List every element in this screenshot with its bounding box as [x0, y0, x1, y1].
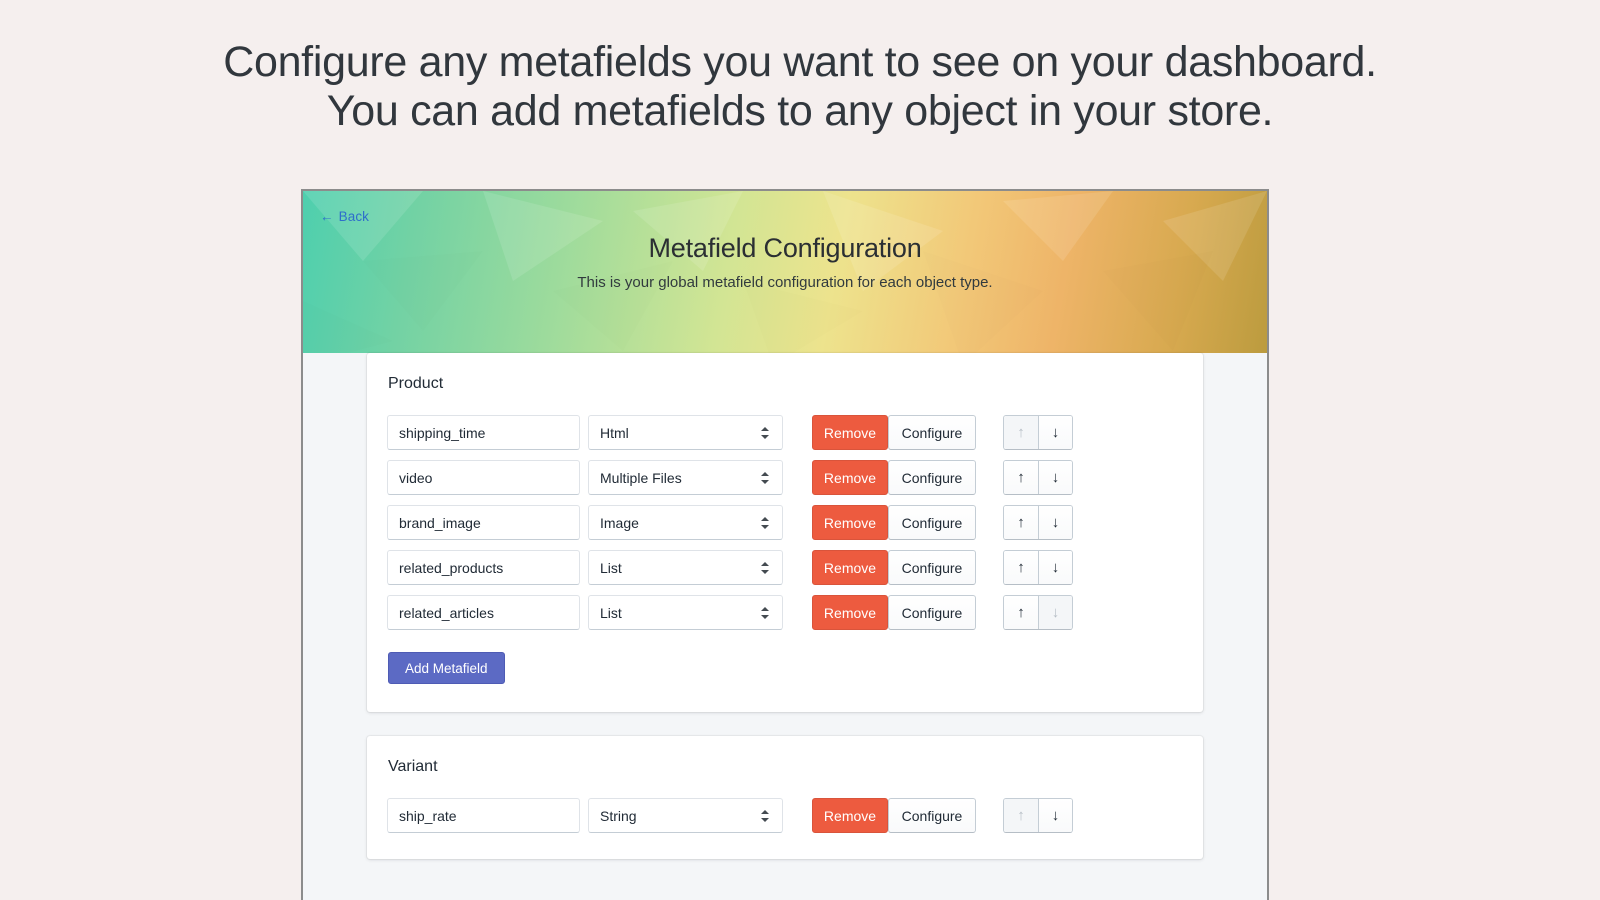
metafield-type-select[interactable]: Multiple Files [588, 460, 783, 495]
move-up-button[interactable]: ↑ [1004, 506, 1038, 539]
headline-line-2: You can add metafields to any object in … [0, 87, 1600, 136]
remove-button[interactable]: Remove [812, 798, 888, 833]
metafield-type-value: Image [600, 515, 761, 531]
move-down-button[interactable]: ↓ [1038, 506, 1072, 539]
section-card-variant: Variant String Remove Configure ↑ ↓ [367, 736, 1203, 859]
move-down-button[interactable]: ↓ [1038, 416, 1072, 449]
reorder-button-group: ↑ ↓ [1003, 415, 1073, 450]
metafield-type-select[interactable]: String [588, 798, 783, 833]
section-title: Variant [388, 758, 1183, 776]
metafield-row: Html Remove Configure ↑ ↓ [387, 415, 1183, 450]
chevron-updown-icon [761, 471, 770, 485]
configure-button[interactable]: Configure [888, 550, 976, 585]
metafield-type-value: List [600, 560, 761, 576]
move-up-button[interactable]: ↑ [1004, 596, 1038, 629]
move-down-button[interactable]: ↓ [1038, 461, 1072, 494]
metafield-type-select[interactable]: Html [588, 415, 783, 450]
chevron-updown-icon [761, 606, 770, 620]
metafield-type-value: Html [600, 425, 761, 441]
move-up-button[interactable]: ↑ [1004, 461, 1038, 494]
metafield-type-select[interactable]: List [588, 550, 783, 585]
chevron-updown-icon [761, 809, 770, 823]
reorder-button-group: ↑ ↓ [1003, 505, 1073, 540]
remove-button[interactable]: Remove [812, 460, 888, 495]
add-metafield-button[interactable]: Add Metafield [388, 652, 505, 684]
metafield-name-input[interactable] [387, 505, 580, 540]
chevron-updown-icon [761, 516, 770, 530]
back-link-label: Back [339, 209, 369, 224]
metafield-row: Multiple Files Remove Configure ↑ ↓ [387, 460, 1183, 495]
metafield-type-value: List [600, 605, 761, 621]
reorder-button-group: ↑ ↓ [1003, 595, 1073, 630]
content-area: Product Html Remove Configure ↑ ↓ Multip… [303, 353, 1267, 890]
metafield-type-value: String [600, 808, 761, 824]
metafield-name-input[interactable] [387, 550, 580, 585]
move-down-button[interactable]: ↓ [1038, 799, 1072, 832]
back-link[interactable]: ← Back [320, 209, 369, 224]
configure-button[interactable]: Configure [888, 460, 976, 495]
section-card-product: Product Html Remove Configure ↑ ↓ Multip… [367, 353, 1203, 712]
metafield-name-input[interactable] [387, 415, 580, 450]
reorder-button-group: ↑ ↓ [1003, 460, 1073, 495]
move-up-button[interactable]: ↑ [1004, 799, 1038, 832]
page-title: Metafield Configuration [303, 233, 1267, 264]
remove-button[interactable]: Remove [812, 595, 888, 630]
metafield-row: String Remove Configure ↑ ↓ [387, 798, 1183, 833]
remove-button[interactable]: Remove [812, 505, 888, 540]
metafield-type-select[interactable]: Image [588, 505, 783, 540]
headline-line-1: Configure any metafields you want to see… [0, 38, 1600, 87]
metafield-name-input[interactable] [387, 798, 580, 833]
configure-button[interactable]: Configure [888, 415, 976, 450]
metafield-type-value: Multiple Files [600, 470, 761, 486]
section-title: Product [388, 375, 1183, 393]
metafield-row: Image Remove Configure ↑ ↓ [387, 505, 1183, 540]
remove-button[interactable]: Remove [812, 550, 888, 585]
metafield-row: List Remove Configure ↑ ↓ [387, 550, 1183, 585]
page-headline: Configure any metafields you want to see… [0, 38, 1600, 136]
chevron-updown-icon [761, 561, 770, 575]
reorder-button-group: ↑ ↓ [1003, 550, 1073, 585]
move-up-button[interactable]: ↑ [1004, 416, 1038, 449]
metafield-row: List Remove Configure ↑ ↓ [387, 595, 1183, 630]
page-subtitle: This is your global metafield configurat… [303, 274, 1267, 291]
hero-header: ← Back Metafield Configuration This is y… [303, 191, 1267, 365]
move-up-button[interactable]: ↑ [1004, 551, 1038, 584]
chevron-updown-icon [761, 426, 770, 440]
metafield-type-select[interactable]: List [588, 595, 783, 630]
move-down-button[interactable]: ↓ [1038, 596, 1072, 629]
reorder-button-group: ↑ ↓ [1003, 798, 1073, 833]
metafield-name-input[interactable] [387, 460, 580, 495]
back-arrow-icon: ← [320, 210, 334, 224]
configure-button[interactable]: Configure [888, 595, 976, 630]
remove-button[interactable]: Remove [812, 415, 888, 450]
app-window: ← Back Metafield Configuration This is y… [301, 189, 1269, 900]
move-down-button[interactable]: ↓ [1038, 551, 1072, 584]
configure-button[interactable]: Configure [888, 798, 976, 833]
configure-button[interactable]: Configure [888, 505, 976, 540]
metafield-name-input[interactable] [387, 595, 580, 630]
